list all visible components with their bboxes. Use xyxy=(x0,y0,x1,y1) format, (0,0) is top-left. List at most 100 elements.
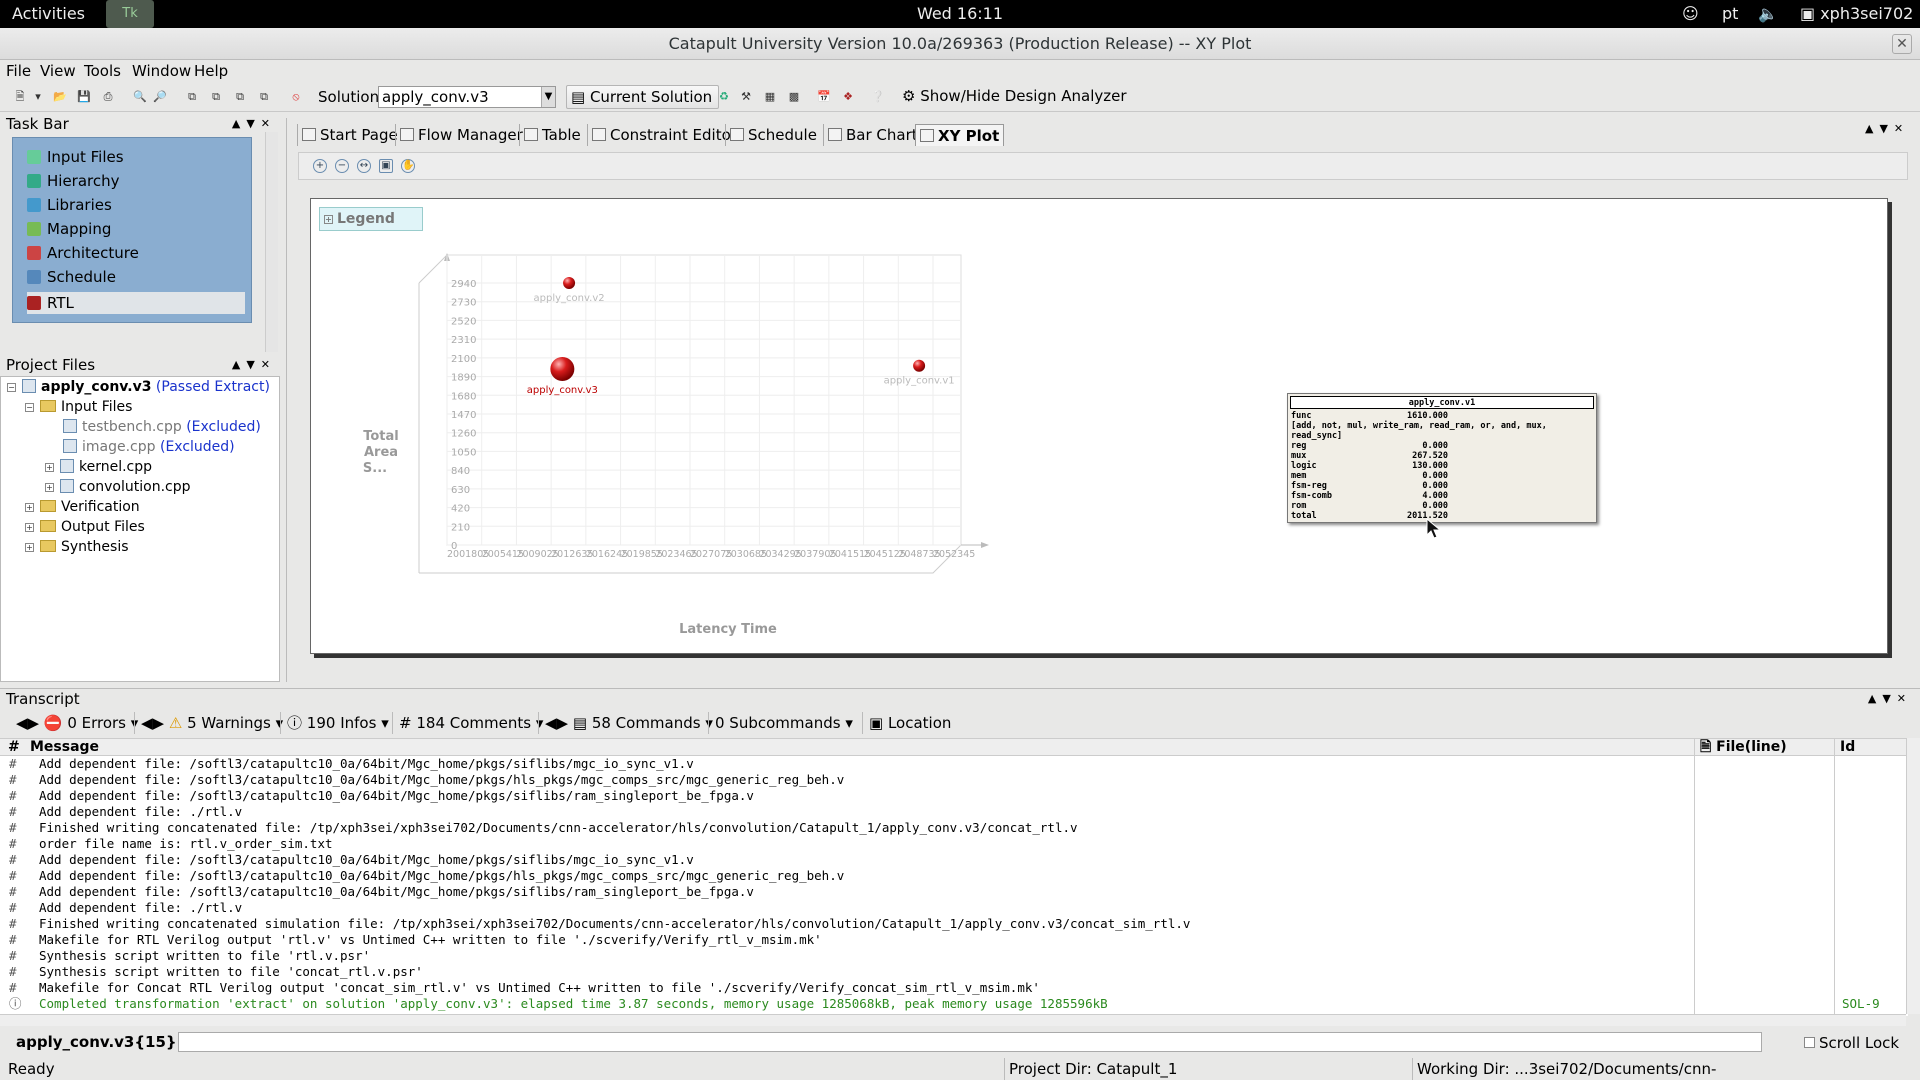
rtl-icon[interactable]: ❖ xyxy=(840,89,856,105)
flow-icon[interactable]: ♻ xyxy=(716,89,732,105)
schedule-icon[interactable]: 📅 xyxy=(816,89,832,105)
transcript-line[interactable]: # Add dependent file: ./rtl.v xyxy=(0,804,1900,820)
col-id[interactable]: Id xyxy=(1840,739,1855,755)
horizontal-scrollbar[interactable] xyxy=(0,1014,1906,1026)
editor-controls[interactable]: ▲▼✕ xyxy=(1865,122,1909,135)
transcript-line[interactable]: # Add dependent file: /softl3/catapultc10… xyxy=(0,884,1900,900)
stop-icon[interactable]: ⦸ xyxy=(288,89,304,105)
transcript-line[interactable]: # Synthesis script written to file 'rtl.v… xyxy=(0,948,1900,964)
taskbar-item-libraries[interactable]: Libraries xyxy=(27,194,245,216)
transcript-line[interactable]: # Synthesis script written to file 'conca… xyxy=(0,964,1900,980)
menu-help[interactable]: Help xyxy=(194,62,228,80)
new-icon[interactable]: 🗎 xyxy=(12,89,28,105)
warnings-filter[interactable]: ◀▶ ⚠ 5 Warnings ▾ xyxy=(134,712,283,734)
col-file-line[interactable]: 🗎 File(line) xyxy=(1700,739,1787,755)
transcript-line[interactable]: ⓘ Completed transformation 'extract' on s… xyxy=(0,996,1900,1012)
expand-icon[interactable]: + xyxy=(25,503,34,512)
redo-icon[interactable]: ⧉ xyxy=(256,89,272,105)
tree-root[interactable]: − apply_conv.v3 (Passed Extract) xyxy=(7,377,270,397)
tree-verification[interactable]: + Verification xyxy=(25,497,140,517)
transcript-line[interactable]: # Add dependent file: /softl3/catapultc10… xyxy=(0,772,1900,788)
tools-icon[interactable]: ⚒ xyxy=(738,89,754,105)
open-icon[interactable]: 📂 xyxy=(52,89,68,105)
tab-flow-manager[interactable]: Flow Manager xyxy=(395,124,527,146)
taskbar-item-input-files[interactable]: Input Files xyxy=(27,146,245,168)
taskbar-item-mapping[interactable]: Mapping xyxy=(27,218,245,240)
column-divider[interactable] xyxy=(1694,738,1695,1018)
col-message[interactable]: Message xyxy=(30,739,99,755)
taskbar-item-schedule[interactable]: Schedule xyxy=(27,266,245,288)
accessibility-icon[interactable]: ☺ xyxy=(1682,4,1699,23)
tab-bar-chart[interactable]: Bar Chart xyxy=(823,124,922,146)
copy-icon[interactable]: ⧉ xyxy=(184,89,200,105)
help-icon[interactable]: ❔ xyxy=(870,89,886,105)
tab-table[interactable]: Table xyxy=(519,124,585,146)
vertical-scrollbar[interactable] xyxy=(1906,738,1920,1014)
transcript-line[interactable]: # Add dependent file: /softl3/catapultc10… xyxy=(0,852,1900,868)
commands-filter[interactable]: ◀▶ ▤ 58 Commands ▾ xyxy=(538,712,713,734)
transcript-line[interactable]: # Makefile for Concat RTL Verilog output … xyxy=(0,980,1900,996)
tree-input-files[interactable]: − Input Files xyxy=(25,397,132,417)
panel-controls[interactable]: ▲▼✕ xyxy=(1868,689,1912,709)
panel-controls[interactable]: ▲▼✕ xyxy=(232,355,276,375)
tree-file-convolution[interactable]: + convolution.cpp xyxy=(45,477,191,497)
command-input[interactable] xyxy=(178,1032,1762,1052)
expand-icon[interactable]: + xyxy=(25,523,34,532)
tab-schedule[interactable]: Schedule xyxy=(725,124,821,146)
solution-select[interactable]: apply_conv.v3 ▼ xyxy=(378,86,556,108)
tab-xy-plot[interactable]: XY Plot xyxy=(915,124,1005,146)
menu-file[interactable]: File xyxy=(6,62,31,80)
table-icon[interactable]: ▦ xyxy=(762,89,778,105)
nav-arrows-icon[interactable]: ◀▶ xyxy=(16,714,44,732)
print-icon[interactable]: ⎙ xyxy=(100,89,116,105)
menu-view[interactable]: View xyxy=(40,62,76,80)
transcript-line[interactable]: # Finished writing concatenated simulatio… xyxy=(0,916,1900,932)
tree-file-testbench[interactable]: testbench.cpp (Excluded) xyxy=(63,417,261,437)
volume-icon[interactable]: 🔈 xyxy=(1758,4,1778,23)
nav-arrows-icon[interactable]: ◀▶ xyxy=(141,714,169,732)
find-replace-icon[interactable]: 🔎 xyxy=(152,89,168,105)
zoom-in-icon[interactable]: + xyxy=(313,159,327,173)
fit-icon[interactable]: ▣ xyxy=(379,159,393,173)
transcript-line[interactable]: # Finished writing concatenated file: /tp… xyxy=(0,820,1900,836)
collapse-icon[interactable]: − xyxy=(25,403,34,412)
comments-filter[interactable]: # 184 Comments ▾ xyxy=(392,712,543,734)
taskbar-item-architecture[interactable]: Architecture xyxy=(27,242,245,264)
panel-controls[interactable]: ▲▼✕ xyxy=(232,114,276,134)
tree-file-kernel[interactable]: + kernel.cpp xyxy=(45,457,152,477)
menu-window[interactable]: Window xyxy=(132,62,191,80)
current-solution-button[interactable]: ▤ Current Solution xyxy=(566,85,720,109)
window-close-button[interactable]: ✕ xyxy=(1892,34,1912,54)
errors-filter[interactable]: ◀▶ ⛔ 0 Errors ▾ xyxy=(10,712,138,734)
taskbar-scrollbar[interactable] xyxy=(265,132,278,352)
hand-icon[interactable]: ✋ xyxy=(401,159,415,173)
language-indicator[interactable]: pt xyxy=(1722,4,1738,23)
clock[interactable]: Wed 16:11 xyxy=(0,4,1920,23)
menu-tools[interactable]: Tools xyxy=(84,62,121,80)
expand-icon[interactable]: + xyxy=(25,543,34,552)
pan-icon[interactable]: ↔ xyxy=(357,159,371,173)
nav-arrows-icon[interactable]: ◀▶ xyxy=(545,714,573,732)
transcript-line[interactable]: # Add dependent file: /softl3/catapultc10… xyxy=(0,788,1900,804)
location-button[interactable]: ▣ Location xyxy=(862,712,951,734)
taskbar-item-rtl[interactable]: RTL xyxy=(27,292,245,314)
transcript-line[interactable]: # order file name is: rtl.v_order_sim.txt xyxy=(0,836,1900,852)
terminal-icon[interactable]: ▩ xyxy=(786,89,802,105)
tree-file-image[interactable]: image.cpp (Excluded) xyxy=(63,437,235,457)
paste-icon[interactable]: ⧉ xyxy=(208,89,224,105)
xy-plot-canvas[interactable]: + Legend 0 210 420 630 840 1050 1260 1470 1680 189… xyxy=(310,198,1888,654)
expand-icon[interactable]: + xyxy=(45,483,54,492)
tab-constraint-editor[interactable]: Constraint Editor xyxy=(587,124,741,146)
tree-synthesis[interactable]: + Synthesis xyxy=(25,537,129,557)
scroll-lock-checkbox[interactable]: Scroll Lock xyxy=(1804,1034,1899,1052)
column-divider[interactable] xyxy=(1834,738,1835,1018)
infos-filter[interactable]: ⓘ 190 Infos ▾ xyxy=(280,712,389,734)
save-icon[interactable]: 💾 xyxy=(76,89,92,105)
expand-icon[interactable]: + xyxy=(45,463,54,472)
subcommands-filter[interactable]: 0 Subcommands ▾ xyxy=(708,712,853,734)
find-icon[interactable]: 🔍 xyxy=(132,89,148,105)
transcript-line[interactable]: # Add dependent file: ./rtl.v xyxy=(0,900,1900,916)
tree-output-files[interactable]: + Output Files xyxy=(25,517,145,537)
zoom-out-icon[interactable]: − xyxy=(335,159,349,173)
user-menu[interactable]: ▣ xph3sei702 xyxy=(1800,4,1913,23)
